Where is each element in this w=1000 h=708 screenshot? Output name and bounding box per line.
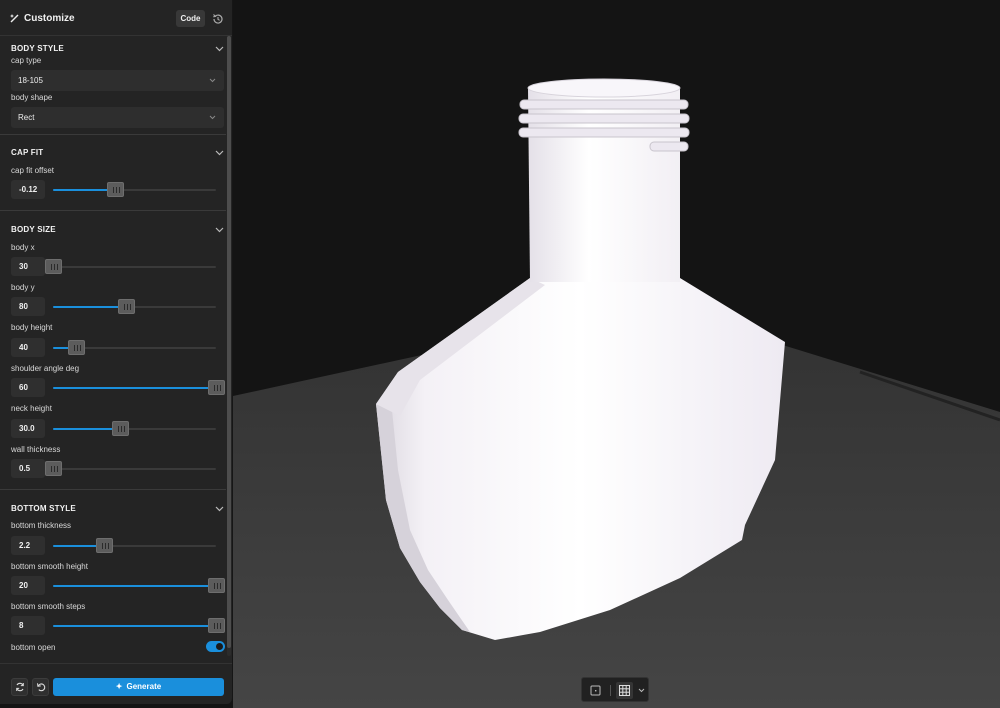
- slider-thumb[interactable]: [95, 538, 113, 553]
- bottom-smooth-height-input[interactable]: 20: [11, 576, 45, 595]
- neck-height-input[interactable]: 30.0: [11, 419, 45, 438]
- cap-type-value: 18-105: [18, 76, 43, 85]
- bottom-thickness-input[interactable]: 2.2: [11, 536, 45, 555]
- body-shape-value: Rect: [18, 113, 35, 122]
- bottom-smooth-steps-input[interactable]: 8: [11, 616, 45, 635]
- body-y-slider[interactable]: [53, 299, 216, 314]
- wand-icon: [10, 14, 19, 23]
- body-height-label: body height: [11, 323, 53, 332]
- chevron-down-icon[interactable]: [215, 150, 224, 156]
- panel-scrollbar[interactable]: [227, 36, 231, 656]
- slider-thumb[interactable]: [111, 421, 129, 436]
- slider-thumb[interactable]: [208, 578, 225, 593]
- body-height-slider[interactable]: [53, 340, 216, 355]
- shoulder-angle-input[interactable]: 60: [11, 378, 45, 397]
- slider-thumb[interactable]: [67, 340, 85, 355]
- cap-fit-offset-slider[interactable]: [53, 182, 216, 197]
- body-y-label: body y: [11, 283, 35, 292]
- slider-fill: [53, 625, 216, 627]
- slider-thumb[interactable]: [118, 299, 136, 314]
- generate-button[interactable]: ✦ Generate: [53, 678, 224, 696]
- cap-type-select[interactable]: 18-105: [11, 70, 224, 91]
- toolbar-separator: [610, 685, 611, 696]
- single-view-button[interactable]: [587, 682, 604, 699]
- section-title-cap-fit[interactable]: CAP FIT: [11, 148, 43, 157]
- chevron-down-icon: [209, 115, 216, 120]
- footer-divider: [0, 663, 232, 664]
- section-divider: [0, 489, 226, 490]
- bottom-smooth-steps-slider[interactable]: [53, 618, 225, 633]
- grid-view-button[interactable]: [616, 682, 633, 699]
- shoulder-angle-label: shoulder angle deg: [11, 364, 80, 373]
- slider-thumb[interactable]: [45, 259, 62, 274]
- cap-type-label: cap type: [11, 56, 42, 65]
- grid-view-icon: [619, 685, 630, 696]
- slider-fill: [53, 585, 216, 587]
- body-x-input[interactable]: 30: [11, 257, 45, 276]
- bottom-open-label: bottom open: [11, 643, 56, 652]
- refresh-button[interactable]: [11, 678, 28, 696]
- slider-fill: [53, 387, 216, 389]
- chevron-down-icon: [209, 78, 216, 83]
- slider-thumb[interactable]: [208, 618, 225, 633]
- chevron-down-icon[interactable]: [215, 227, 224, 233]
- wall-thickness-slider[interactable]: [45, 461, 216, 476]
- bottom-smooth-height-label: bottom smooth height: [11, 562, 88, 571]
- section-title-body-size[interactable]: BODY SIZE: [11, 225, 56, 234]
- code-button[interactable]: Code: [176, 10, 205, 27]
- body-height-input[interactable]: 40: [11, 338, 45, 357]
- body-x-slider[interactable]: [45, 259, 216, 274]
- body-shape-label: body shape: [11, 93, 53, 102]
- body-shape-select[interactable]: Rect: [11, 107, 224, 128]
- toggle-knob: [216, 643, 223, 650]
- wall-thickness-label: wall thickness: [11, 445, 61, 454]
- generate-label: Generate: [126, 682, 162, 691]
- chevron-down-icon[interactable]: [638, 688, 645, 693]
- panel-header: Customize Code: [0, 0, 232, 36]
- undo-icon: [37, 683, 46, 692]
- section-title-body-style[interactable]: BODY STYLE: [11, 44, 64, 53]
- panel-title: Customize: [24, 13, 75, 24]
- single-view-icon: [590, 685, 601, 696]
- cap-fit-offset-label: cap fit offset: [11, 166, 54, 175]
- cap-fit-offset-input[interactable]: -0.12: [11, 180, 45, 199]
- bottom-thickness-slider[interactable]: [53, 538, 216, 553]
- sparkle-icon: ✦: [115, 682, 123, 691]
- neck-height-slider[interactable]: [53, 421, 216, 436]
- body-x-label: body x: [11, 243, 35, 252]
- section-divider: [0, 210, 226, 211]
- slider-fill: [53, 306, 127, 308]
- bottom-thickness-label: bottom thickness: [11, 521, 72, 530]
- slider-thumb[interactable]: [45, 461, 62, 476]
- shoulder-angle-slider[interactable]: [53, 380, 225, 395]
- slider-fill: [53, 189, 115, 191]
- customize-panel: Customize Code BODY STYLE cap type 18-10…: [0, 0, 233, 704]
- neck-rim: [527, 78, 681, 98]
- slider-thumb[interactable]: [106, 182, 124, 197]
- chevron-down-icon[interactable]: [215, 46, 224, 52]
- section-divider: [0, 134, 226, 135]
- bottom-open-toggle[interactable]: [206, 641, 225, 652]
- reset-button[interactable]: [32, 678, 49, 696]
- section-title-bottom-style[interactable]: BOTTOM STYLE: [11, 504, 76, 513]
- refresh-icon: [16, 682, 24, 692]
- wall-thickness-input[interactable]: 0.5: [11, 459, 45, 478]
- slider-thumb[interactable]: [208, 380, 225, 395]
- chevron-down-icon[interactable]: [215, 506, 224, 512]
- slider-fill: [53, 428, 120, 430]
- bottom-smooth-height-slider[interactable]: [53, 578, 225, 593]
- view-toolbar: [581, 677, 649, 702]
- neck-height-label: neck height: [11, 404, 52, 413]
- bottom-smooth-steps-label: bottom smooth steps: [11, 602, 86, 611]
- body-y-input[interactable]: 80: [11, 297, 45, 316]
- scrollbar-thumb[interactable]: [227, 36, 231, 648]
- history-icon[interactable]: [211, 12, 225, 26]
